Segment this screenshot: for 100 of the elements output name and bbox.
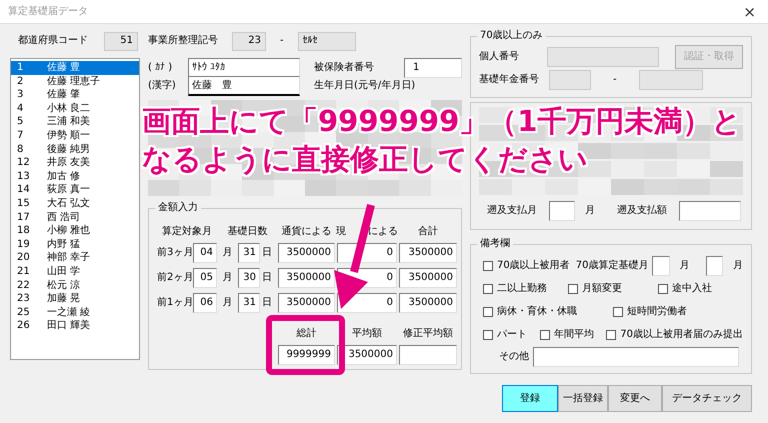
unit-label: 月	[733, 260, 743, 272]
field-label: 遡及支払月	[487, 205, 538, 217]
employee-item[interactable]: 26 田口 輝美	[11, 319, 139, 333]
retro-month-field[interactable]	[549, 201, 575, 221]
unit-label: 日	[262, 297, 273, 309]
employee-item[interactable]: 15 大石 弘文	[11, 196, 139, 211]
kana-field[interactable]: ｻﾄｳ ﾕﾀｶ	[188, 58, 300, 78]
employee-item[interactable]: 18 小柳 雅也	[11, 224, 139, 238]
separator-text: -	[613, 74, 617, 86]
amount-field[interactable]: 3500000	[278, 268, 335, 288]
annotation-text: なるように直接修正してください	[142, 141, 588, 178]
employee-item[interactable]: 22 松元 涼	[11, 278, 139, 292]
checkbox-item[interactable]: 途中入社	[658, 282, 712, 294]
checkbox-item[interactable]: 病休・育休・休職	[483, 306, 613, 318]
unit-label: 日	[262, 272, 273, 284]
field-label: 都道府県コード	[18, 35, 89, 47]
days-field[interactable]: 31	[238, 243, 260, 263]
days-field[interactable]: 30	[238, 268, 260, 288]
insured-number-field[interactable]: 1	[404, 58, 462, 78]
action-button[interactable]: 一括登録	[558, 385, 608, 412]
month-field[interactable]: 04	[193, 243, 217, 263]
month-field[interactable]: 06	[193, 293, 217, 313]
employee-item[interactable]: 5 三浦 和美	[11, 115, 139, 129]
checkbox-item[interactable]: 短時間労働者	[613, 306, 687, 318]
unit-label: 月	[585, 205, 595, 217]
annotation-text: 画面上にて「9999999」（1千万円未満）と	[142, 103, 742, 140]
row-label: 前1ヶ月	[157, 297, 191, 309]
group-legend: 備考欄	[477, 238, 513, 250]
employee-item[interactable]: 8 後藤 純男	[11, 142, 139, 156]
action-button[interactable]: 登録	[502, 385, 558, 412]
column-header: 修正平均額	[402, 328, 454, 340]
row-label: 前2ヶ月	[157, 272, 191, 284]
employee-item[interactable]: 3 佐藤 肇	[11, 88, 139, 102]
code-field[interactable]: 23	[232, 32, 266, 50]
field-label: 事業所整理記号	[148, 35, 219, 47]
employee-item[interactable]: 19 内野 猛	[11, 238, 139, 252]
employee-item[interactable]: 2 佐藤 理恵子	[11, 74, 139, 88]
field-label: 生年月日(元号/年月日)	[314, 80, 416, 92]
other-field[interactable]	[533, 347, 739, 367]
unit-label: 月	[222, 272, 234, 284]
action-button[interactable]: 変更へ	[608, 385, 662, 412]
checkbox-item[interactable]: 二以上勤務	[483, 282, 568, 294]
column-header: 基礎日数	[228, 226, 268, 238]
employee-item[interactable]: 14 荻原 真一	[11, 183, 139, 197]
checkbox-item[interactable]: 月額変更	[568, 282, 658, 294]
days-field[interactable]: 31	[238, 293, 260, 313]
code-field[interactable]: ｾﾙｾ	[298, 32, 356, 50]
kanji-field[interactable]: 佐藤 豊	[188, 76, 300, 96]
field-label: 被保険者番号	[314, 62, 375, 74]
employee-item[interactable]: 12 井原 友美	[11, 156, 139, 170]
unit-label: 月	[222, 247, 234, 259]
window-title: 算定基礎届データ	[8, 6, 88, 18]
checkbox-item[interactable]: 年間平均	[540, 328, 606, 340]
group-legend: 金額入力	[155, 202, 201, 214]
amount-field[interactable]: 3500000	[399, 293, 457, 313]
employee-item[interactable]: 21 山田 学	[11, 264, 139, 278]
checkbox-item[interactable]: 70歳以上被用者	[483, 260, 570, 272]
month-field[interactable]	[652, 256, 670, 276]
checkbox-item[interactable]: 70歳以上被用者届のみ提出	[606, 328, 743, 340]
pension-number-field	[549, 70, 591, 90]
field-label: 70歳算定基礎月	[576, 260, 648, 272]
average-field[interactable]: 3500000	[337, 345, 397, 365]
employee-item[interactable]: 13 加古 修	[11, 170, 139, 184]
column-header: による	[368, 226, 398, 238]
amount-field[interactable]: 3500000	[278, 243, 335, 263]
close-button[interactable]: ×	[743, 2, 756, 20]
group-legend: 70歳以上のみ	[477, 30, 546, 42]
row-label: 前3ヶ月	[157, 247, 191, 259]
employee-item[interactable]: 7 伊勢 順一	[11, 128, 139, 143]
unit-label: 月	[222, 297, 234, 309]
employee-item[interactable]: 4 小林 良二	[11, 102, 139, 116]
month-field[interactable]	[706, 256, 723, 276]
amount-field[interactable]: 3500000	[399, 268, 457, 288]
field-label: ( ｶﾅ )	[148, 62, 174, 74]
column-header: 平均額	[351, 328, 383, 340]
retro-amount-field[interactable]	[679, 201, 741, 221]
employee-item[interactable]: 17 西 浩司	[11, 210, 139, 224]
employee-item[interactable]: 25 一之瀬 綾	[11, 306, 139, 320]
separator-text: -	[280, 35, 284, 47]
unit-label: 月	[680, 260, 690, 272]
action-button[interactable]: データチェック	[662, 385, 752, 412]
code-field[interactable]: 51	[104, 32, 138, 50]
employee-item[interactable]: 1 佐藤 豊	[11, 61, 139, 75]
unit-label: 日	[262, 247, 273, 259]
grand-total-field[interactable]: 9999999	[278, 345, 335, 365]
amount-field[interactable]: 3500000	[399, 243, 457, 263]
corrected-average-field[interactable]	[399, 345, 457, 365]
column-header: 通貨による	[282, 226, 332, 238]
employee-item[interactable]: 23 加藤 晃	[11, 292, 139, 306]
column-header: 現	[336, 226, 346, 238]
field-label: 遡及支払額	[617, 205, 668, 217]
field-label: 基礎年金番号	[479, 74, 540, 86]
field-label: その他	[499, 351, 530, 363]
employee-item[interactable]: 20 神部 幸子	[11, 251, 139, 265]
field-label: 個人番号	[479, 51, 520, 63]
checkbox-item[interactable]: パート	[483, 328, 540, 340]
amount-field[interactable]: 3500000	[278, 293, 335, 313]
month-field[interactable]: 05	[193, 268, 217, 288]
pension-number-field	[638, 70, 703, 90]
field-label: (漢字)	[148, 80, 177, 92]
